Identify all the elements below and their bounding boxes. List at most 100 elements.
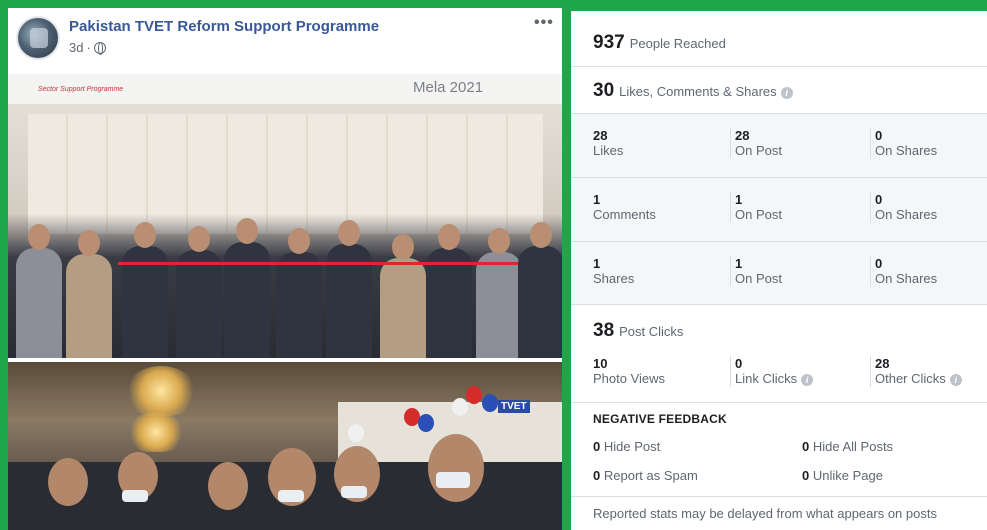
face-mask: [278, 490, 304, 502]
banner-title: Mela 2021: [413, 79, 484, 96]
engagement-value: 30: [593, 80, 615, 101]
link-clicks-value: 0: [735, 356, 743, 371]
person-figure: [16, 224, 62, 358]
likes-on-post-value: 28: [735, 128, 750, 143]
post-insights-panel: 937 People Reached 30 Likes, Comments & …: [571, 11, 987, 530]
photo-views-value: 10: [593, 356, 608, 371]
report-spam-label: Report as Spam: [603, 468, 698, 483]
info-icon[interactable]: i: [780, 87, 793, 99]
shares-total-value: 1: [593, 256, 601, 271]
other-clicks-label-wrap: Other Clicks i: [875, 371, 962, 387]
comments-on-post-value: 1: [735, 192, 743, 207]
comments-total-value: 1: [593, 192, 601, 207]
other-clicks-label: Other Clicks: [875, 371, 946, 386]
post-photo-exhibition[interactable]: TVET: [8, 362, 562, 530]
people-reached-row: 937 People Reached: [571, 11, 987, 67]
likes-on-shares-cell: 0 On Shares: [870, 128, 937, 159]
unlike-page-value: 0: [802, 468, 810, 483]
person-figure: [276, 228, 322, 358]
person-figure: [476, 228, 522, 358]
engagement-row: 30 Likes, Comments & Shares i: [571, 67, 987, 114]
balloon: [482, 394, 498, 412]
info-icon[interactable]: i: [801, 373, 814, 386]
comments-on-shares-label: On Shares: [875, 207, 938, 222]
other-clicks-cell: 28 Other Clicks i: [870, 356, 962, 387]
page-avatar[interactable]: [16, 16, 60, 60]
shares-on-post-value: 1: [735, 256, 743, 271]
face-mask: [436, 472, 470, 488]
report-spam-value: 0: [593, 468, 601, 483]
shares-on-post-cell: 1 On Post: [730, 256, 782, 287]
unlike-page-label: Unlike Page: [812, 468, 883, 483]
person-figure: [66, 230, 112, 358]
negative-feedback-title: NEGATIVE FEEDBACK: [593, 412, 727, 426]
comments-on-post-cell: 1 On Post: [730, 192, 782, 223]
likes-total-cell: 28 Likes: [589, 128, 623, 159]
person-head: [208, 462, 248, 510]
comments-on-shares-value: 0: [875, 192, 883, 207]
person-figure: [518, 222, 562, 358]
balloon: [466, 386, 482, 404]
comments-total-cell: 1 Comments: [589, 192, 656, 223]
globe-icon[interactable]: [93, 41, 106, 55]
engagement-label: Likes, Comments & Shares: [619, 84, 777, 99]
post-photo-ribbon-cutting[interactable]: Sector Support Programme Mela 2021: [8, 74, 562, 358]
face-mask: [122, 490, 148, 502]
person-figure: [224, 218, 270, 358]
balloon: [418, 414, 434, 432]
shares-on-shares-value: 0: [875, 256, 883, 271]
balloon: [348, 424, 364, 442]
face-mask: [341, 486, 367, 498]
person-figure: [176, 226, 222, 358]
hide-post-value: 0: [593, 439, 601, 454]
likes-on-shares-value: 0: [875, 128, 883, 143]
post-time[interactable]: 3d: [69, 40, 83, 55]
post-clicks-row: 38 Post Clicks: [593, 320, 683, 342]
post-clicks-value: 38: [593, 320, 615, 341]
people-reached-value: 937: [593, 32, 625, 53]
meta-separator: ·: [86, 40, 91, 55]
link-clicks-label-wrap: Link Clicks i: [735, 371, 814, 387]
likes-breakdown-row: 28 Likes 28 On Post 0 On Shares: [571, 114, 987, 178]
shares-on-shares-cell: 0 On Shares: [870, 256, 937, 287]
hide-post-label: Hide Post: [603, 439, 661, 454]
post-header: Pakistan TVET Reform Support Programme 3…: [8, 8, 562, 74]
event-banner: Sector Support Programme Mela 2021: [8, 74, 562, 104]
stats-delay-note: Reported stats may be delayed from what …: [593, 506, 937, 521]
footer-divider: [571, 496, 987, 497]
person-head: [48, 458, 88, 506]
stall-sign: TVET: [498, 400, 530, 413]
hide-post-stat: 0 Hide Post: [593, 439, 660, 454]
other-clicks-value: 28: [875, 356, 890, 371]
report-spam-stat: 0 Report as Spam: [593, 468, 698, 483]
page-name-link[interactable]: Pakistan TVET Reform Support Programme: [69, 18, 379, 35]
chandelier: [128, 412, 184, 452]
people-reached-label: People Reached: [629, 36, 726, 51]
photo-views-label: Photo Views: [593, 371, 666, 386]
hide-all-posts-value: 0: [802, 439, 810, 454]
likes-on-shares-label: On Shares: [875, 143, 938, 158]
comments-on-post-label: On Post: [735, 207, 782, 222]
person-head: [428, 434, 484, 502]
crowd-group: [8, 214, 562, 358]
shares-total-cell: 1 Shares: [589, 256, 634, 287]
likes-total-value: 28: [593, 128, 608, 143]
comments-on-shares-cell: 0 On Shares: [870, 192, 937, 223]
person-figure: [380, 234, 426, 358]
shares-total-label: Shares: [593, 271, 635, 286]
likes-total-label: Likes: [593, 143, 624, 158]
clicks-breakdown-row: 10 Photo Views 0 Link Clicks i 28 Other C…: [571, 348, 987, 403]
likes-on-post-label: On Post: [735, 143, 782, 158]
link-clicks-label: Link Clicks: [735, 371, 798, 386]
info-icon[interactable]: i: [949, 373, 962, 386]
likes-on-post-cell: 28 On Post: [730, 128, 782, 159]
shares-on-shares-label: On Shares: [875, 271, 938, 286]
shares-on-post-label: On Post: [735, 271, 782, 286]
post-meta: 3d ·: [69, 40, 106, 55]
banner-subtitle: Sector Support Programme: [38, 86, 124, 93]
hide-all-posts-label: Hide All Posts: [812, 439, 894, 454]
facebook-post: Pakistan TVET Reform Support Programme 3…: [8, 8, 562, 530]
photo-views-cell: 10 Photo Views: [589, 356, 665, 387]
unlike-page-stat: 0 Unlike Page: [802, 468, 883, 483]
more-options-icon[interactable]: •••: [534, 14, 554, 32]
